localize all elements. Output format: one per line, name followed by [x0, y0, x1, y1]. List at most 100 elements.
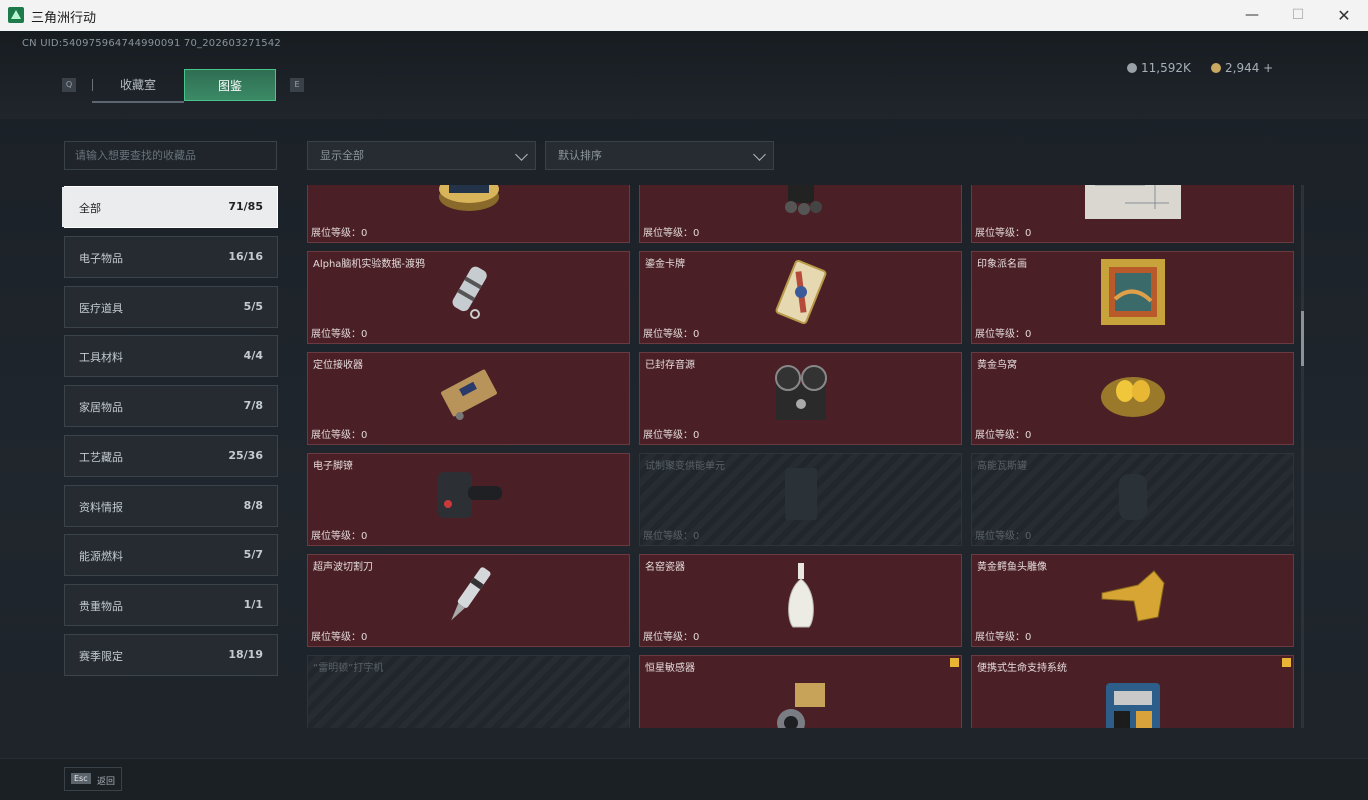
category-energy[interactable]: 能源燃料 5/7 — [64, 534, 278, 576]
category-valuables[interactable]: 贵重物品 1/1 — [64, 584, 278, 626]
back-label: 返回 — [97, 777, 116, 787]
item-name: 试制聚变供能单元 — [645, 461, 725, 472]
golden-croc-icon — [1098, 565, 1168, 629]
search-input[interactable] — [65, 142, 276, 169]
grid-scrollbar[interactable] — [1301, 185, 1304, 728]
item-name: 鎏金卡牌 — [645, 259, 685, 270]
ultrasonic-cutter-icon — [439, 562, 499, 632]
collection-card-locked[interactable]: 高能瓦斯罐 展位等级：0 — [971, 453, 1294, 546]
item-name: 已封存音源 — [645, 360, 695, 371]
app-logo-icon — [8, 7, 24, 23]
collection-card[interactable]: Alpha脑机实验数据-渡鸦 展位等级：0 — [307, 251, 630, 344]
category-count: 5/5 — [243, 300, 263, 313]
category-medical[interactable]: 医疗道具 5/5 — [64, 286, 278, 328]
receiver-icon — [434, 363, 504, 427]
item-name: 超声波切割刀 — [313, 562, 373, 573]
category-electronics[interactable]: 电子物品 16/16 — [64, 236, 278, 278]
collection-card[interactable]: 定位接收器 展位等级：0 — [307, 352, 630, 445]
tab-collection-room[interactable]: 收藏室 — [92, 69, 184, 103]
filter-dropdown[interactable]: 显示全部 — [307, 141, 536, 170]
booth-level: 展位等级：0 — [643, 228, 700, 239]
ankle-monitor-icon — [434, 464, 504, 528]
gas-canister-icon — [1111, 464, 1155, 528]
item-name: 高能瓦斯罐 — [977, 461, 1027, 472]
back-button[interactable]: Esc 返回 — [64, 767, 122, 791]
item-name: 黄金鳄鱼头雕像 — [977, 562, 1047, 573]
close-button[interactable]: ✕ — [1321, 0, 1367, 31]
category-season[interactable]: 赛季限定 18/19 — [64, 634, 278, 676]
minimize-button[interactable]: — — [1229, 0, 1275, 31]
category-count: 25/36 — [228, 449, 263, 462]
currency-gold[interactable]: 2,944 + — [1211, 61, 1273, 75]
collection-card[interactable]: 超声波切割刀 展位等级：0 — [307, 554, 630, 647]
category-label: 赛季限定 — [79, 650, 123, 663]
category-label: 工具材料 — [79, 351, 123, 364]
collection-card[interactable]: 已封存音源 展位等级：0 — [639, 352, 962, 445]
collection-card-locked[interactable]: “雷明顿”打字机 — [307, 655, 630, 728]
golden-nest-icon — [1099, 365, 1167, 425]
booth-level: 展位等级：0 — [311, 531, 368, 542]
currency-value: 11,592K — [1141, 61, 1191, 75]
category-count: 16/16 — [228, 250, 263, 263]
item-name: 印象派名画 — [977, 259, 1027, 270]
item-name: 恒星敏感器 — [645, 663, 695, 674]
porcelain-vase-icon — [781, 561, 821, 633]
game-viewport: CN UID:540975964744990091 70_20260327154… — [0, 31, 1368, 800]
category-household[interactable]: 家居物品 7/8 — [64, 385, 278, 427]
category-count: 4/4 — [243, 349, 263, 362]
booth-level: 展位等级：0 — [311, 329, 368, 340]
tab-prev-key[interactable]: Q — [62, 78, 76, 92]
search-field[interactable] — [64, 141, 277, 170]
collection-card[interactable]: 恒星敏感器 — [639, 655, 962, 728]
category-count: 7/8 — [243, 399, 263, 412]
footer-bar: Esc 返回 — [0, 758, 1368, 800]
category-count: 5/7 — [243, 548, 263, 561]
category-label: 电子物品 — [79, 252, 123, 265]
booth-level: 展位等级：0 — [975, 329, 1032, 340]
category-label: 全部 — [79, 202, 101, 215]
machine-icon — [776, 185, 826, 223]
category-label: 贵重物品 — [79, 600, 123, 613]
scrollbar-thumb[interactable] — [1301, 311, 1304, 366]
collection-card[interactable]: 展位等级：0 — [639, 185, 962, 243]
booth-level: 展位等级：0 — [975, 632, 1032, 643]
category-label: 工艺藏品 — [79, 451, 123, 464]
collection-card[interactable]: 名窑瓷器 展位等级：0 — [639, 554, 962, 647]
category-count: 71/85 — [228, 200, 263, 213]
item-name: 名窑瓷器 — [645, 562, 685, 573]
booth-level: 展位等级：0 — [311, 632, 368, 643]
category-all[interactable]: 全部 71/85 — [62, 186, 278, 228]
esc-key-icon: Esc — [71, 773, 91, 784]
item-name: 电子脚镣 — [313, 461, 353, 472]
collection-card[interactable]: 便携式生命支持系统 — [971, 655, 1294, 728]
booth-level: 展位等级：0 — [643, 430, 700, 441]
window-title: 三角洲行动 — [31, 11, 97, 26]
category-label: 家居物品 — [79, 401, 123, 414]
collection-card[interactable]: 电子脚镣 展位等级：0 — [307, 453, 630, 546]
category-crafts[interactable]: 工艺藏品 25/36 — [64, 435, 278, 477]
collection-card[interactable]: 印象派名画 展位等级：0 — [971, 251, 1294, 344]
sort-dropdown[interactable]: 默认排序 — [545, 141, 774, 170]
maximize-button[interactable]: ☐ — [1275, 0, 1321, 31]
caviar-tin-icon — [437, 185, 501, 219]
currency-hafcoin: 11,592K — [1127, 61, 1191, 75]
collection-card[interactable]: 黄金鳄鱼头雕像 展位等级：0 — [971, 554, 1294, 647]
category-label: 能源燃料 — [79, 550, 123, 563]
tab-atlas[interactable]: 图鉴 — [184, 69, 276, 101]
category-tools[interactable]: 工具材料 4/4 — [64, 335, 278, 377]
blueprint-icon — [1084, 185, 1181, 223]
category-count: 1/1 — [243, 598, 263, 611]
chevron-down-icon — [515, 148, 528, 161]
life-support-icon — [1102, 679, 1164, 728]
collection-card[interactable]: 展位等级：0 — [307, 185, 630, 243]
category-intel[interactable]: 资料情报 8/8 — [64, 485, 278, 527]
tab-next-key[interactable]: E — [290, 78, 304, 92]
chevron-down-icon — [753, 148, 766, 161]
booth-level: 展位等级：0 — [975, 531, 1032, 542]
collection-grid[interactable]: 展位等级：0 展位等级：0 展位等级：0 Alpha脑机实验数据-渡鸦 展位等级… — [307, 185, 1300, 728]
collection-card[interactable]: 鎏金卡牌 展位等级：0 — [639, 251, 962, 344]
collection-card-locked[interactable]: 试制聚变供能单元 展位等级：0 — [639, 453, 962, 546]
item-name: 定位接收器 — [313, 360, 363, 371]
collection-card[interactable]: 黄金鸟窝 展位等级：0 — [971, 352, 1294, 445]
collection-card[interactable]: 展位等级：0 — [971, 185, 1294, 243]
